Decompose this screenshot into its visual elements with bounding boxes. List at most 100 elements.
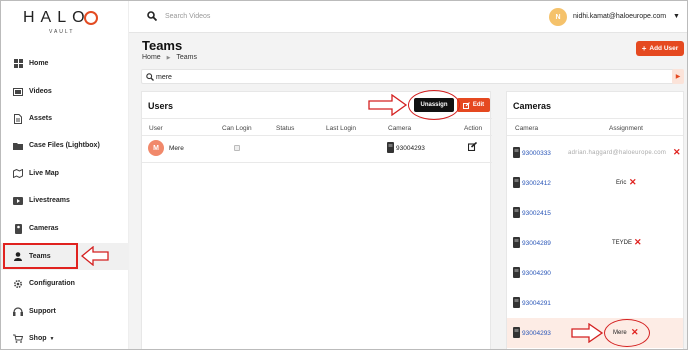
camera-row[interactable]: 93004289 TEYDE ✕ — [507, 228, 683, 258]
user-camera: 93004293 — [396, 145, 425, 152]
sidebar-item-shop[interactable]: Shop ▼ — [1, 325, 129, 349]
column-header-assignment[interactable]: Assignment — [609, 125, 643, 132]
remove-assignment-icon[interactable]: ✕ — [629, 177, 637, 188]
team-filter-input[interactable]: mere — [141, 69, 675, 84]
camera-row[interactable]: 93000333 adrian.haggard@haloeurope.com ✕ — [507, 138, 683, 168]
breadcrumb-home[interactable]: Home — [142, 54, 161, 61]
can-login-checkbox[interactable] — [234, 145, 240, 151]
logo-ring — [84, 11, 98, 25]
camera-row[interactable]: 93004290 — [507, 258, 683, 288]
edit-icon[interactable] — [468, 142, 477, 151]
camera-assignment: adrian.haggard@haloeurope.com — [568, 150, 667, 156]
body-camera-icon — [387, 142, 394, 153]
halo-vault-logo[interactable]: HALO VAULT — [23, 9, 103, 37]
edit-icon — [462, 101, 470, 109]
gear-icon — [13, 279, 23, 289]
column-header-last-login[interactable]: Last Login — [326, 125, 356, 132]
sidebar-item-label: Support — [29, 308, 56, 315]
camera-assignment: Eric — [616, 180, 627, 186]
sidebar-item-case-files[interactable]: Case Files (Lightbox) — [1, 132, 129, 159]
column-header-user[interactable]: User — [149, 125, 163, 132]
body-camera-icon — [513, 177, 520, 188]
home-icon — [13, 59, 23, 69]
camera-row[interactable]: 93002412 Eric ✕ — [507, 168, 683, 198]
search-icon — [146, 73, 154, 81]
remove-assignment-icon[interactable]: ✕ — [634, 237, 642, 248]
chevron-down-icon: ▼ — [49, 335, 55, 342]
column-header-camera[interactable]: Camera — [515, 125, 538, 132]
video-icon — [13, 87, 23, 97]
divider — [142, 162, 492, 163]
sidebar-item-cameras[interactable]: Cameras — [1, 215, 129, 242]
sidebar-item-live-map[interactable]: Live Map — [1, 160, 129, 187]
sidebar-item-label: Videos — [29, 88, 52, 95]
annotation-oval — [408, 90, 460, 120]
column-header-can-login[interactable]: Can Login — [222, 125, 252, 132]
column-header-status[interactable]: Status — [276, 125, 294, 132]
avatar[interactable]: N — [549, 8, 567, 26]
sidebar-item-configuration[interactable]: Configuration — [1, 270, 129, 297]
sidebar: HALO VAULT Home Videos Assets Case Files… — [1, 1, 129, 349]
cart-icon — [13, 334, 23, 344]
camera-row[interactable]: 93004293 Mere ✕ — [507, 318, 683, 348]
user-email[interactable]: nidhi.kamat@haloeurope.com — [573, 13, 666, 20]
filter-value: mere — [156, 73, 172, 81]
headset-icon — [13, 307, 23, 317]
breadcrumb-current: Teams — [176, 54, 197, 61]
sidebar-item-assets[interactable]: Assets — [1, 105, 129, 132]
camera-id-link[interactable]: 93004290 — [522, 270, 551, 277]
divider — [142, 135, 492, 136]
column-header-camera[interactable]: Camera — [388, 125, 411, 132]
map-icon — [13, 169, 23, 179]
folder-icon — [13, 141, 23, 151]
chevron-right-icon[interactable]: ▶ — [672, 69, 684, 84]
file-icon — [13, 113, 23, 124]
user-name: Mere — [169, 145, 184, 152]
camera-row[interactable]: 93002415 — [507, 198, 683, 228]
camera-assignment: TEYDE — [612, 240, 633, 246]
sidebar-item-support[interactable]: Support — [1, 298, 129, 325]
column-header-action[interactable]: Action — [464, 125, 482, 132]
divider — [507, 135, 683, 136]
sidebar-item-label: Shop — [29, 335, 47, 342]
sidebar-item-label: Cameras — [29, 225, 59, 232]
users-panel: Users Unassign Edit User Can Login Statu… — [141, 90, 492, 349]
search-icon[interactable] — [147, 11, 157, 21]
remove-assignment-icon[interactable]: ✕ — [673, 147, 681, 158]
sidebar-item-livestreams[interactable]: Livestreams — [1, 187, 129, 214]
cameras-panel: Cameras Camera Assignment 93000333 adria… — [506, 91, 684, 349]
camera-id-link[interactable]: 93004289 — [522, 240, 551, 247]
edit-button[interactable]: Edit — [457, 98, 490, 112]
livestream-icon — [13, 196, 23, 206]
sidebar-item-label: Assets — [29, 115, 52, 122]
camera-id-link[interactable]: 93004293 — [522, 330, 551, 337]
teams-highlight-box — [3, 243, 78, 269]
sidebar-item-home[interactable]: Home — [1, 50, 129, 77]
annotation-arrow-right-icon — [368, 94, 408, 116]
camera-icon — [13, 223, 23, 234]
camera-id-link[interactable]: 93000333 — [522, 150, 551, 157]
body-camera-icon — [513, 237, 520, 248]
sidebar-item-videos[interactable]: Videos — [1, 78, 129, 105]
sidebar-item-label: Livestreams — [29, 197, 70, 204]
camera-id-link[interactable]: 93002412 — [522, 180, 551, 187]
top-bar: Search Videos N nidhi.kamat@haloeurope.c… — [129, 1, 687, 33]
breadcrumb: Home ▶ Teams — [142, 54, 197, 61]
search-input[interactable]: Search Videos — [165, 13, 210, 20]
annotation-arrow-left-icon — [81, 246, 109, 266]
body-camera-icon — [513, 267, 520, 278]
main-content: Teams Home ▶ Teams + Add User mere ▶ Use… — [129, 33, 687, 349]
sidebar-item-label: Case Files (Lightbox) — [29, 142, 100, 149]
camera-id-link[interactable]: 93004291 — [522, 300, 551, 307]
add-user-button[interactable]: + Add User — [636, 41, 684, 56]
add-user-label: Add User — [649, 45, 679, 52]
user-avatar: M — [148, 140, 164, 156]
plus-icon: + — [641, 44, 647, 53]
annotation-oval — [604, 319, 650, 347]
camera-id-link[interactable]: 93002415 — [522, 210, 551, 217]
chevron-down-icon[interactable]: ▼ — [673, 13, 680, 20]
body-camera-icon — [513, 327, 520, 338]
camera-row[interactable]: 93004291 — [507, 288, 683, 318]
logo-subtitle: VAULT — [49, 29, 75, 35]
users-panel-title: Users — [148, 101, 174, 111]
